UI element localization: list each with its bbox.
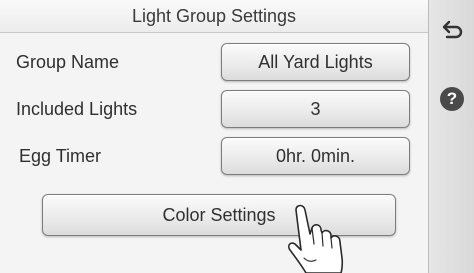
included-lights-button[interactable]: 3	[221, 90, 410, 128]
included-lights-row: Included Lights 3	[0, 84, 428, 134]
color-settings-button[interactable]: Color Settings	[42, 194, 396, 236]
page-title: Light Group Settings	[0, 0, 428, 33]
egg-timer-label: Egg Timer	[19, 146, 102, 166]
egg-timer-button[interactable]: 0hr. 0min.	[221, 137, 410, 175]
right-sidebar: ?	[429, 0, 474, 273]
group-name-button[interactable]: All Yard Lights	[221, 43, 410, 81]
light-group-settings-screen: Light Group Settings Group Name All Yard…	[0, 0, 474, 273]
help-icon[interactable]: ?	[440, 87, 464, 111]
included-lights-label: Included Lights	[16, 99, 138, 119]
back-arrow-icon	[442, 20, 462, 39]
settings-panel: Light Group Settings Group Name All Yard…	[0, 0, 429, 273]
group-name-row: Group Name All Yard Lights	[0, 37, 428, 87]
egg-timer-row: Egg Timer 0hr. 0min.	[0, 131, 428, 181]
group-name-label: Group Name	[16, 52, 120, 72]
back-button[interactable]	[429, 0, 474, 60]
